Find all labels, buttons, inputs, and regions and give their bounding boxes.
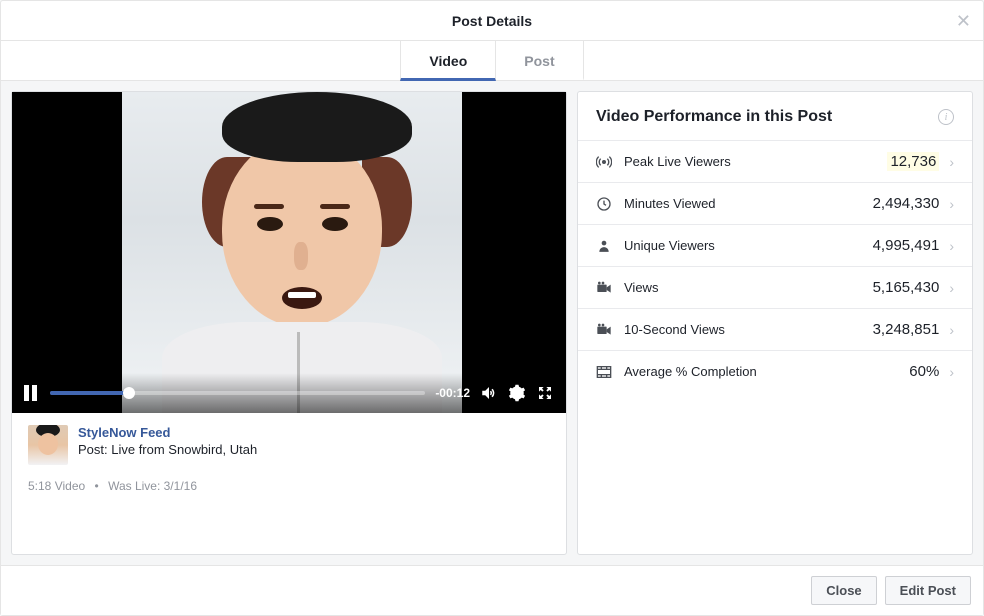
broadcast-icon <box>596 154 612 170</box>
post-caption: Post: Live from Snowbird, Utah <box>78 442 257 457</box>
metric-label: Minutes Viewed <box>624 196 873 211</box>
metric-label: Unique Viewers <box>624 238 873 253</box>
info-icon[interactable]: i <box>938 109 954 125</box>
tab-video[interactable]: Video <box>400 41 496 81</box>
chevron-right-icon: › <box>949 196 954 212</box>
metric-unique-viewers[interactable]: Unique Viewers 4,995,491 › <box>578 224 972 266</box>
metric-label: 10-Second Views <box>624 322 873 337</box>
video-thumbnail <box>122 92 462 413</box>
metric-minutes-viewed[interactable]: Minutes Viewed 2,494,330 › <box>578 182 972 224</box>
metric-value: 5,165,430 <box>873 279 940 296</box>
progress-bar[interactable] <box>50 391 425 395</box>
metric-value: 4,995,491 <box>873 237 940 254</box>
metric-value: 12,736 <box>887 153 939 170</box>
fullscreen-icon[interactable] <box>536 384 554 402</box>
was-live-label: Was Live: 3/1/16 <box>108 479 197 493</box>
time-remaining: -00:12 <box>435 386 470 400</box>
post-subline: 5:18 Video • Was Live: 3/1/16 <box>12 465 566 507</box>
video-player[interactable]: -00:12 <box>12 92 566 413</box>
person-icon <box>596 238 612 254</box>
settings-icon[interactable] <box>508 384 526 402</box>
chevron-right-icon: › <box>949 322 954 338</box>
video-panel: -00:12 StyleNow Feed Post: Live f <box>11 91 567 555</box>
avatar[interactable] <box>28 425 68 465</box>
video-duration-label: 5:18 Video <box>28 479 85 493</box>
page-name[interactable]: StyleNow Feed <box>78 425 257 440</box>
metric-peak-live-viewers[interactable]: Peak Live Viewers 12,736 › <box>578 140 972 182</box>
content: -00:12 StyleNow Feed Post: Live f <box>1 81 983 565</box>
chevron-right-icon: › <box>949 364 954 380</box>
volume-icon[interactable] <box>480 384 498 402</box>
metric-views[interactable]: Views 5,165,430 › <box>578 266 972 308</box>
metric-value: 60% <box>909 363 939 380</box>
chevron-right-icon: › <box>949 238 954 254</box>
metric-value: 3,248,851 <box>873 321 940 338</box>
modal-header: Post Details ✕ <box>1 1 983 41</box>
post-meta: StyleNow Feed Post: Live from Snowbird, … <box>12 413 566 465</box>
camera-icon <box>596 280 612 296</box>
video-controls: -00:12 <box>12 373 566 413</box>
performance-panel: Video Performance in this Post i Peak Li… <box>577 91 973 555</box>
filmstrip-icon <box>596 364 612 380</box>
metric-label: Views <box>624 280 873 295</box>
camera-icon <box>596 322 612 338</box>
pause-icon[interactable] <box>24 385 40 401</box>
metric-label: Average % Completion <box>624 364 909 379</box>
chevron-right-icon: › <box>949 154 954 170</box>
close-icon[interactable]: ✕ <box>956 11 971 32</box>
metric-avg-completion[interactable]: Average % Completion 60% › <box>578 350 972 392</box>
metric-value: 2,494,330 <box>873 195 940 212</box>
chevron-right-icon: › <box>949 280 954 296</box>
tab-post[interactable]: Post <box>496 41 583 81</box>
performance-header: Video Performance in this Post i <box>578 92 972 140</box>
tabs: Video Post <box>1 41 983 81</box>
modal-title: Post Details <box>452 13 532 29</box>
edit-post-button[interactable]: Edit Post <box>885 576 971 605</box>
close-button[interactable]: Close <box>811 576 876 605</box>
modal-footer: Close Edit Post <box>1 565 983 615</box>
metric-label: Peak Live Viewers <box>624 154 887 169</box>
metric-10-second-views[interactable]: 10-Second Views 3,248,851 › <box>578 308 972 350</box>
clock-icon <box>596 196 612 212</box>
performance-title: Video Performance in this Post <box>596 108 832 126</box>
post-details-modal: Post Details ✕ Video Post <box>0 0 984 616</box>
